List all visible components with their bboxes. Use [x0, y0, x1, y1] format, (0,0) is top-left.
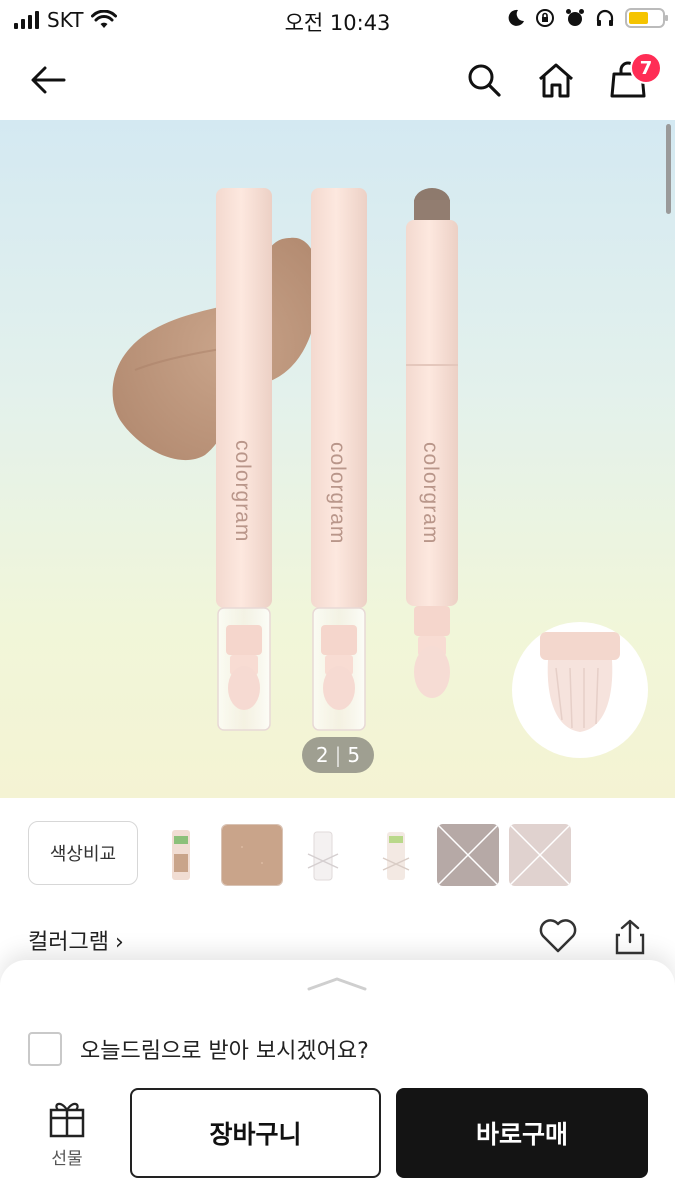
product-stick-2: colorgram [311, 188, 367, 731]
product-image: colorgram colorgram colorgram [112, 188, 648, 758]
product-stick-3: colorgram [406, 188, 458, 698]
thumbnail-color-pink[interactable] [509, 824, 571, 886]
back-button[interactable] [26, 58, 70, 102]
sheet-expand-handle[interactable] [306, 976, 368, 992]
thumbnail-product-3[interactable] [365, 824, 427, 886]
search-button[interactable] [462, 58, 506, 102]
back-arrow-icon [31, 66, 66, 94]
image-counter: 2 | 5 [302, 737, 374, 773]
product-image-carousel[interactable]: colorgram colorgram colorgram [0, 120, 675, 798]
swatch-thumbnail-image [222, 825, 282, 885]
battery-icon [625, 8, 668, 28]
wishlist-button[interactable] [538, 918, 578, 958]
top-navigation: 7 [0, 40, 675, 120]
thumbnail-swatch-selected[interactable] [221, 824, 283, 886]
add-to-cart-button[interactable]: 장바구니 [130, 1088, 381, 1178]
share-icon [615, 919, 645, 955]
texture-swatch [112, 237, 319, 461]
brand-row: 컬러그램 › [28, 910, 648, 966]
today-dream-option[interactable]: 오늘드림으로 받아 보시겠어요? [28, 1032, 369, 1066]
today-dream-label: 오늘드림으로 받아 보시겠어요? [80, 1039, 369, 1064]
thumbnail-color-grey[interactable] [437, 824, 499, 886]
today-dream-checkbox[interactable] [28, 1032, 62, 1066]
moon-icon [508, 9, 524, 26]
image-counter-current: 2 [315, 743, 329, 767]
home-icon [539, 63, 573, 98]
home-button[interactable] [534, 58, 578, 102]
gift-icon [49, 1102, 85, 1138]
status-bar: SKT 오전 10:43 [0, 0, 675, 40]
product-stick-1: colorgram [216, 188, 272, 731]
headphones-icon [596, 9, 614, 26]
product-thumbnail-image [365, 824, 427, 886]
cart-count-badge: 7 [630, 52, 662, 84]
brand-name: 컬러그램 [28, 930, 109, 955]
status-right [507, 8, 668, 28]
color-thumbnail-image [437, 824, 499, 886]
color-thumbnail-image [509, 824, 571, 886]
heart-icon [539, 919, 577, 953]
image-counter-separator: | [334, 743, 342, 767]
product-thumbnail-image [150, 824, 212, 886]
product-thumbnail-image [292, 824, 354, 886]
chevron-up-icon [307, 977, 367, 991]
option-thumbnail-row: 색상비교 [28, 820, 138, 886]
product-brand-label: colorgram [231, 440, 254, 542]
page-scrollbar[interactable] [666, 124, 671, 214]
image-counter-total: 5 [347, 743, 361, 767]
gift-button[interactable]: 선물 [40, 1098, 94, 1169]
purchase-bottom-sheet: 오늘드림으로 받아 보시겠어요? 선물 장바구니 바로구매 [0, 960, 675, 1200]
thumbnail-product-1[interactable] [150, 824, 212, 886]
buy-now-button[interactable]: 바로구매 [396, 1088, 648, 1178]
brush-detail-inset [512, 622, 648, 758]
alarm-icon [566, 9, 584, 26]
cart-button[interactable]: 7 [606, 52, 662, 102]
gift-label: 선물 [51, 1149, 83, 1169]
brand-link[interactable]: 컬러그램 › [28, 924, 124, 956]
search-icon [468, 64, 501, 97]
thumbnail-product-2[interactable] [292, 824, 354, 886]
share-button[interactable] [614, 918, 646, 960]
svg-text:colorgram: colorgram [326, 442, 349, 544]
color-compare-button[interactable]: 색상비교 [28, 821, 138, 885]
rotation-lock-icon [536, 9, 554, 27]
svg-text:colorgram: colorgram [419, 442, 442, 544]
chevron-right-icon: › [114, 930, 124, 955]
